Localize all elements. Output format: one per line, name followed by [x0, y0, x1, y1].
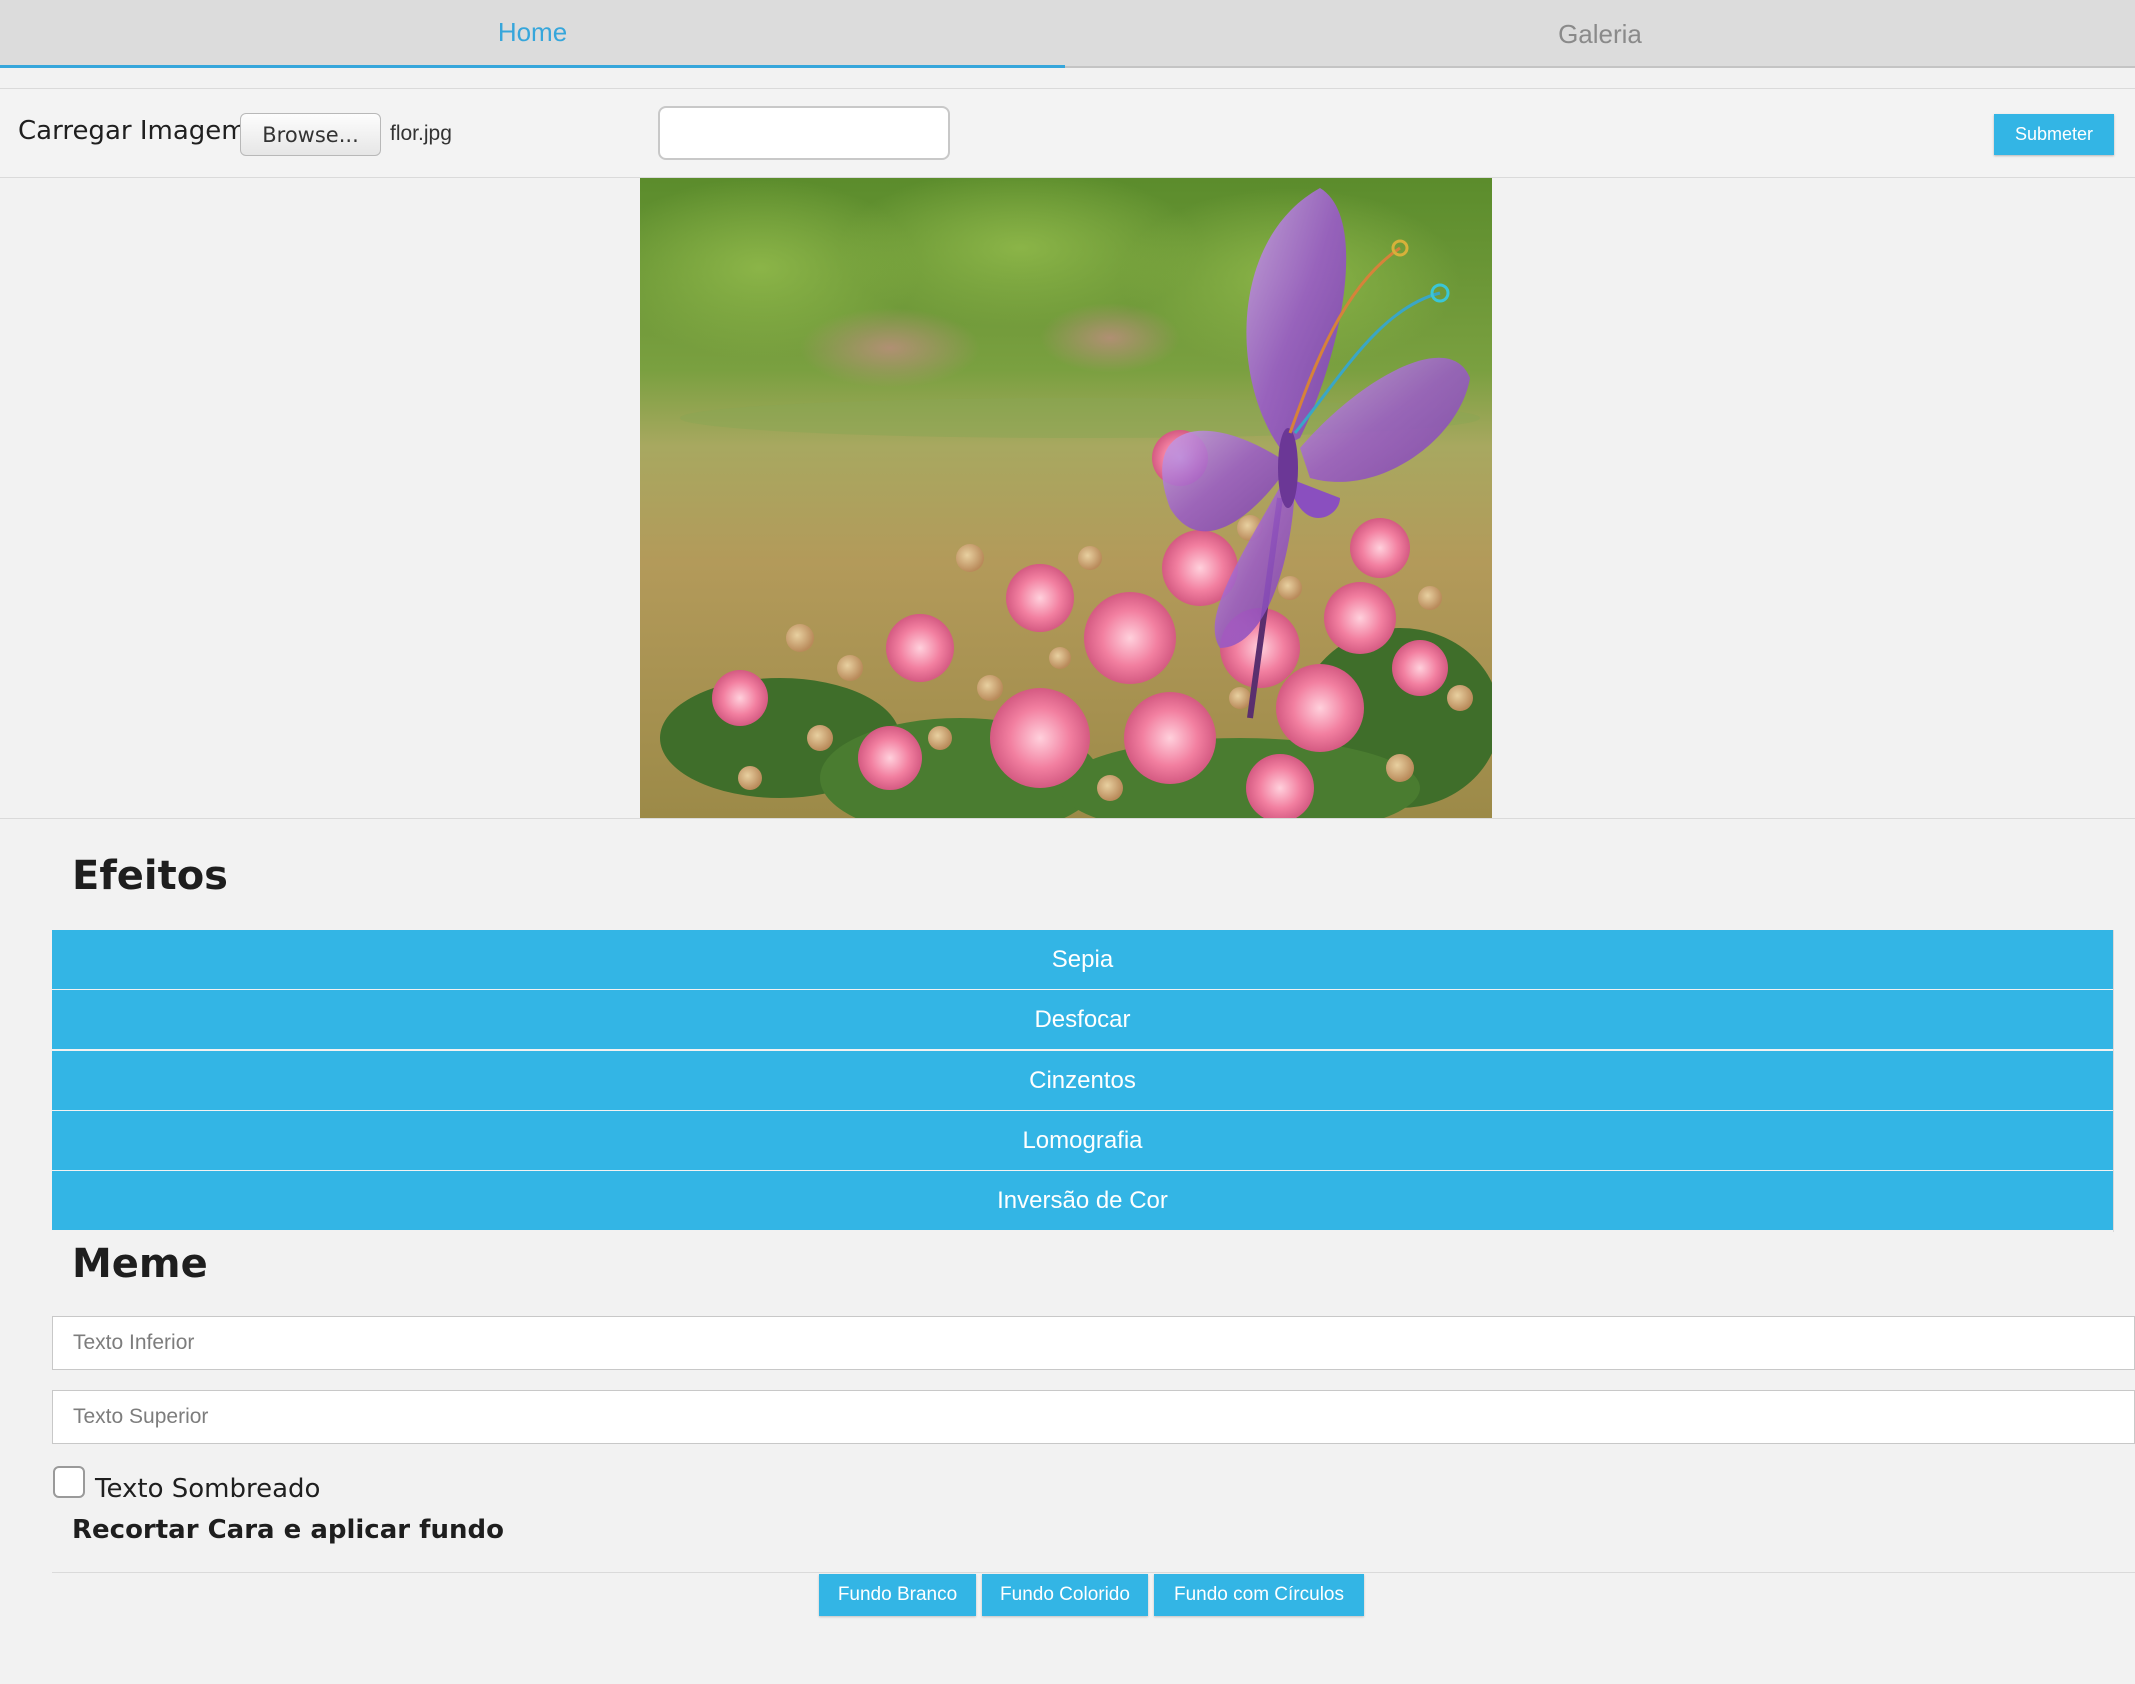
tab-galeria[interactable]: Galeria [1065, 0, 2135, 68]
effects-list-edge [2113, 930, 2135, 1232]
fundo-com-circulos-button[interactable]: Fundo com Círculos [1154, 1574, 1364, 1616]
lomografia-button[interactable]: Lomografia [52, 1111, 2113, 1170]
divider [0, 818, 2135, 819]
texto-sombreado-checkbox[interactable] [53, 1466, 85, 1498]
sepia-button[interactable]: Sepia [52, 930, 2113, 989]
tab-home[interactable]: Home [0, 0, 1065, 68]
upload-label: Carregar Imagem [18, 116, 247, 146]
selected-filename: flor.jpg [390, 122, 452, 145]
divider [52, 1572, 2135, 1573]
desfocar-button[interactable]: Desfocar [52, 990, 2113, 1049]
meme-heading: Meme [72, 1241, 208, 1287]
inversao-de-cor-button[interactable]: Inversão de Cor [52, 1171, 2113, 1230]
submit-button[interactable]: Submeter [1994, 114, 2114, 155]
efeitos-heading: Efeitos [72, 853, 228, 899]
upload-text-field[interactable] [658, 106, 950, 160]
texto-superior-input[interactable] [52, 1390, 2135, 1444]
fundo-colorido-button[interactable]: Fundo Colorido [982, 1574, 1148, 1616]
recortar-heading: Recortar Cara e aplicar fundo [72, 1515, 504, 1545]
fundo-branco-button[interactable]: Fundo Branco [819, 1574, 976, 1616]
texto-sombreado-label: Texto Sombreado [95, 1474, 321, 1504]
texto-inferior-input[interactable] [52, 1316, 2135, 1370]
cinzentos-button[interactable]: Cinzentos [52, 1051, 2113, 1110]
browse-button[interactable]: Browse... [240, 113, 381, 156]
preview-image [640, 178, 1492, 818]
